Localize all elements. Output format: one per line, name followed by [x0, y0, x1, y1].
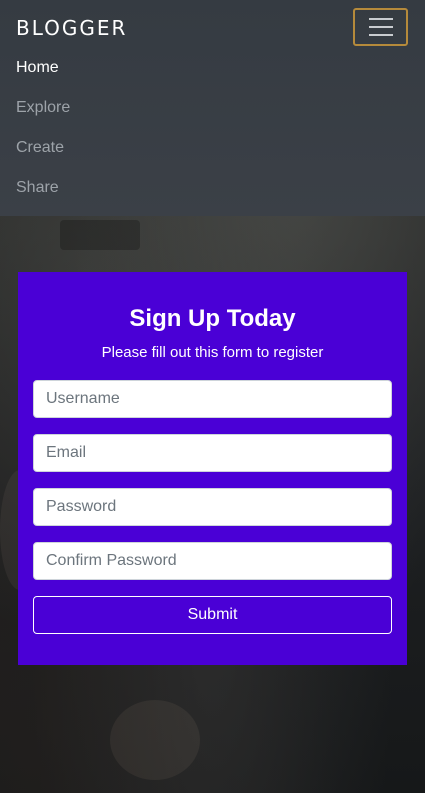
form-subtitle: Please fill out this form to register — [101, 344, 324, 361]
form-title: Sign Up Today — [129, 305, 296, 332]
background-figure — [110, 700, 200, 780]
nav-item-create[interactable]: Create — [16, 138, 70, 178]
email-input[interactable] — [33, 434, 392, 472]
brand-logo[interactable]: BLOGGER — [16, 16, 127, 40]
password-input[interactable] — [33, 488, 392, 526]
hamburger-menu-icon[interactable] — [353, 8, 408, 46]
nav-item-home[interactable]: Home — [16, 58, 70, 98]
hamburger-bar — [368, 34, 393, 36]
background-window — [60, 220, 140, 250]
nav-item-share[interactable]: Share — [16, 178, 70, 218]
submit-button[interactable]: Submit — [33, 596, 392, 634]
confirm-password-input[interactable] — [33, 542, 392, 580]
username-input[interactable] — [33, 380, 392, 418]
nav-menu: Home Explore Create Share — [16, 58, 70, 218]
hamburger-bar — [368, 18, 393, 20]
navbar: BLOGGER Home Explore Create Share — [0, 0, 425, 216]
nav-item-explore[interactable]: Explore — [16, 98, 70, 138]
hamburger-bar — [368, 26, 393, 28]
